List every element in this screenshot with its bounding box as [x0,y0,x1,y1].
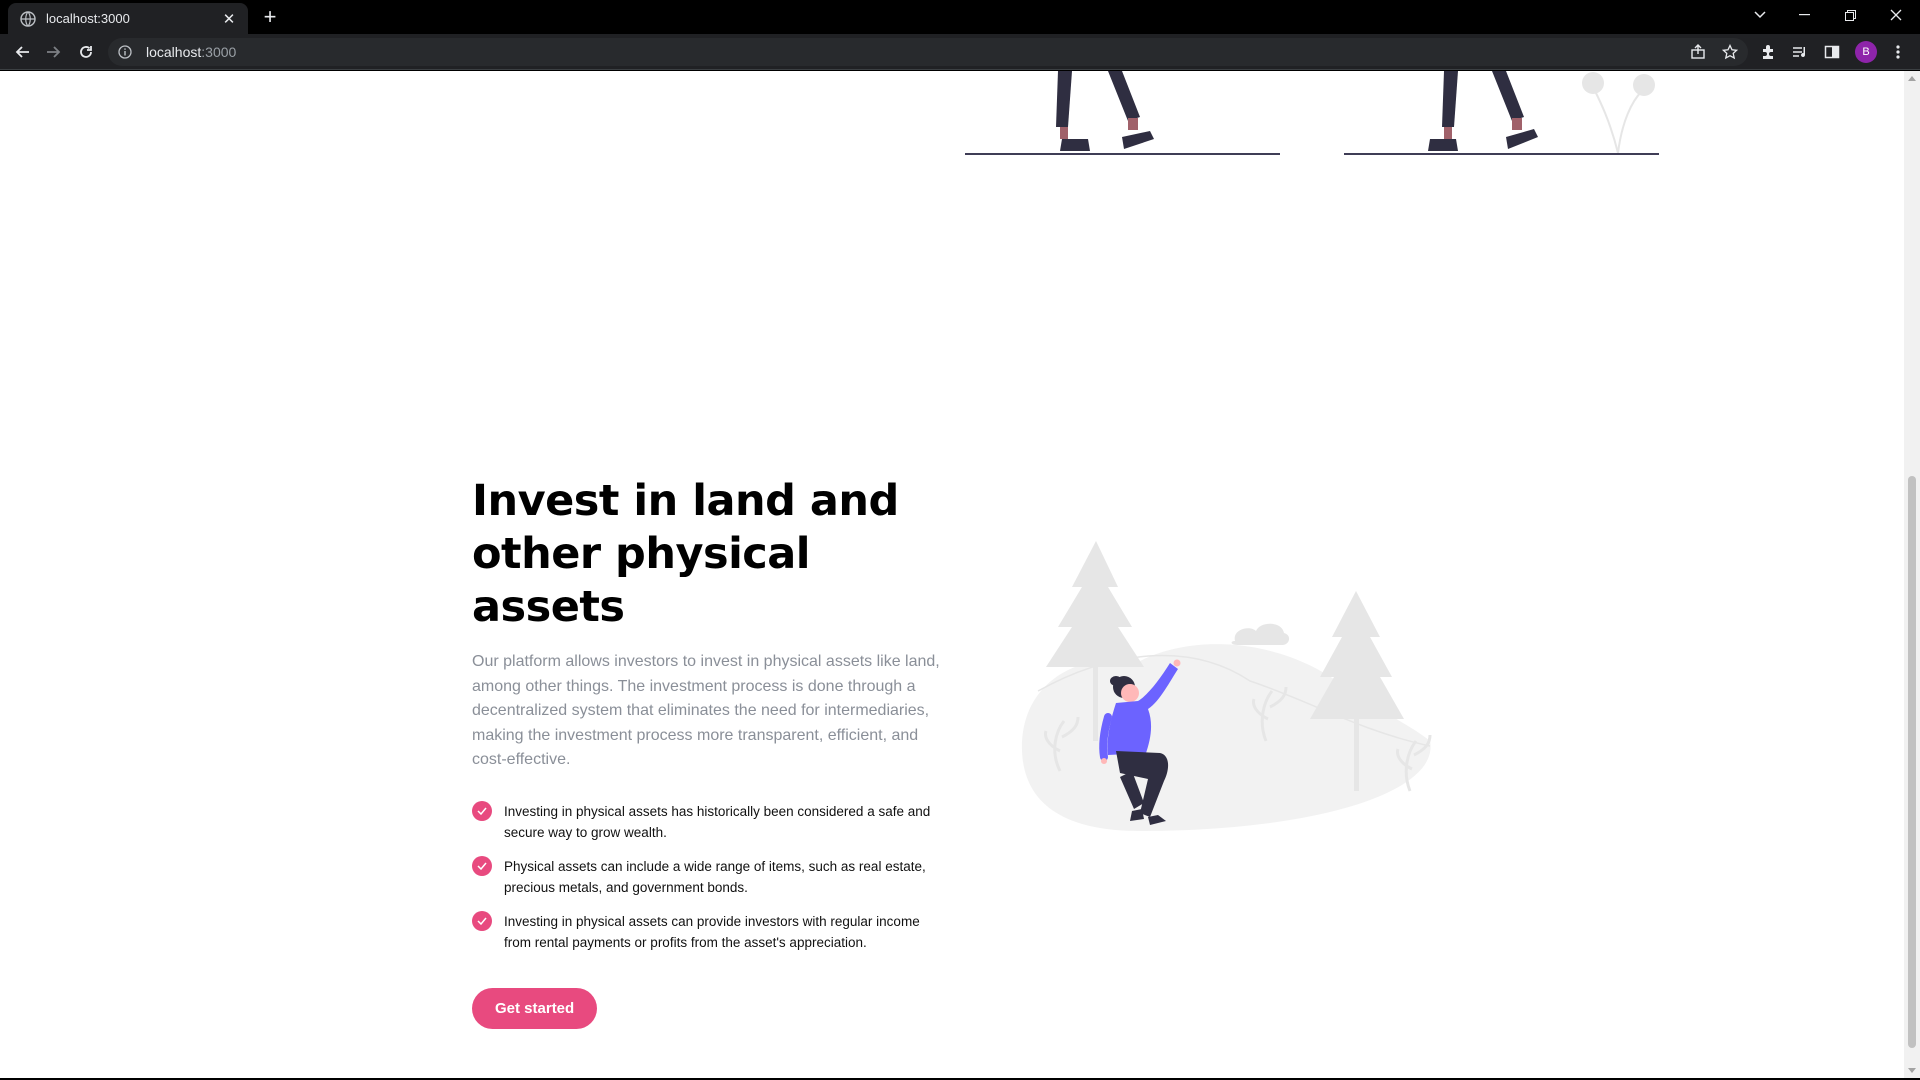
scroll-down-icon[interactable] [1908,1068,1916,1073]
address-bar[interactable]: localhost:3000 [108,38,1748,66]
check-icon [472,910,492,931]
feature-list: Investing in physical assets has histori… [472,800,942,954]
page-scrollbar[interactable] [1904,71,1920,1078]
close-window-button[interactable] [1874,0,1918,30]
minimize-button[interactable] [1782,0,1826,30]
browser-menu-icon[interactable] [1884,38,1912,66]
extensions-icon[interactable] [1754,38,1782,66]
new-tab-button[interactable]: + [258,6,282,30]
browser-tab-active[interactable]: localhost:3000 ✕ [8,3,248,34]
share-icon[interactable] [1684,38,1712,66]
check-icon [472,855,492,876]
scroll-up-icon[interactable] [1908,76,1916,81]
side-panel-icon[interactable] [1818,38,1846,66]
walking-figures-illustration [965,71,1659,155]
tab-bar: localhost:3000 ✕ + [0,0,1920,34]
list-item: Investing in physical assets has histori… [472,800,942,844]
feature-text: Physical assets can include a wide range… [504,858,926,896]
section-description: Our platform allows investors to invest … [472,653,940,768]
tab-search-icon[interactable] [1738,0,1782,30]
bookmark-star-icon[interactable] [1716,38,1744,66]
section-headline: Invest in land and other physical assets [472,476,899,632]
restore-button[interactable] [1828,0,1872,30]
url-text: localhost:3000 [146,44,237,60]
person-on-hill-illustration [1021,541,1432,831]
page-viewport: Invest in land and other physical assets… [0,71,1904,1078]
feature-text: Investing in physical assets has histori… [504,803,931,841]
feature-text: Investing in physical assets can provide… [504,913,920,951]
reload-button[interactable] [72,38,100,66]
list-item: Investing in physical assets can provide… [472,910,942,954]
profile-avatar[interactable]: B [1855,41,1877,63]
forward-button[interactable] [40,38,68,66]
site-info-icon[interactable] [118,44,134,60]
tab-title: localhost:3000 [46,11,130,26]
back-button[interactable] [8,38,36,66]
browser-toolbar: localhost:3000 [0,34,1920,70]
globe-icon [20,10,36,27]
list-item: Physical assets can include a wide range… [472,855,942,899]
scrollbar-thumb[interactable] [1908,475,1916,1049]
get-started-button[interactable]: Get started [472,987,598,1029]
invest-section-content: Invest in land and other physical assets… [472,475,942,1029]
check-icon [472,800,492,821]
close-tab-icon[interactable]: ✕ [220,10,238,28]
media-control-icon[interactable] [1786,38,1814,66]
